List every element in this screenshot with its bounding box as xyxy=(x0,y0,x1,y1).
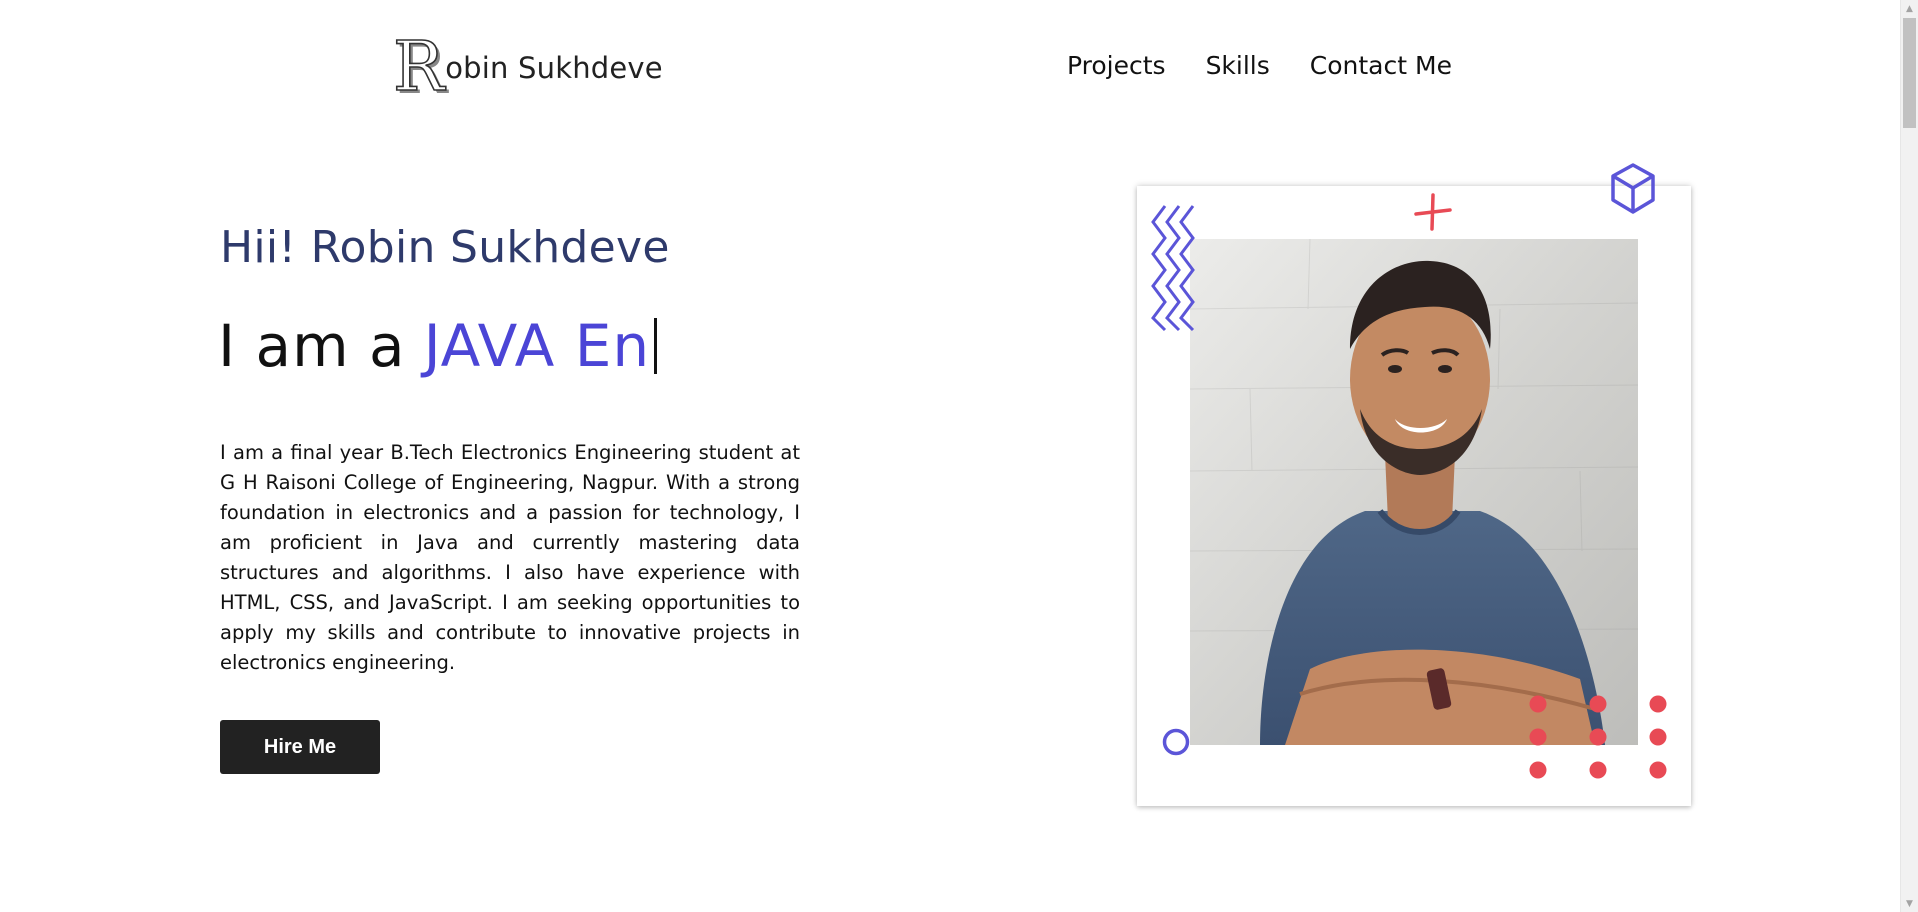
site-logo[interactable]: R obin Sukhdeve xyxy=(392,28,663,107)
typing-caret xyxy=(654,318,658,374)
dot-grid-icon xyxy=(1529,695,1667,779)
cross-icon xyxy=(1414,193,1452,231)
circle-icon xyxy=(1162,728,1190,756)
vertical-scrollbar[interactable]: ▲ ▼ xyxy=(1900,0,1918,912)
nav-link-projects[interactable]: Projects xyxy=(1067,49,1166,83)
profile-photo-card xyxy=(1137,163,1691,806)
nav-link-skills[interactable]: Skills xyxy=(1206,49,1270,83)
logo-letter: R xyxy=(392,28,445,107)
profile-photo xyxy=(1190,239,1638,745)
cube-icon xyxy=(1611,163,1655,214)
page: R obin Sukhdeve Projects Skills Contact … xyxy=(0,0,1918,912)
main-nav: Projects Skills Contact Me xyxy=(1067,49,1452,83)
hero-bio: I am a final year B.Tech Electronics Eng… xyxy=(220,441,800,674)
zigzag-lines-icon xyxy=(1151,205,1195,332)
scroll-down-arrow-icon[interactable]: ▼ xyxy=(1901,895,1918,912)
nav-link-contact[interactable]: Contact Me xyxy=(1310,49,1452,83)
logo-text: obin Sukhdeve xyxy=(445,51,663,85)
hire-me-button[interactable]: Hire Me xyxy=(220,720,380,774)
scrollbar-thumb[interactable] xyxy=(1903,18,1916,128)
hero-greeting: Hii! Robin Sukhdeve xyxy=(220,222,670,273)
profile-photo-illustration xyxy=(1190,239,1638,745)
role-typed-text: JAVA En xyxy=(423,312,651,380)
role-prefix: I am a xyxy=(218,312,406,380)
scroll-up-arrow-icon[interactable]: ▲ xyxy=(1901,0,1918,17)
hero-role-line: I am a JAVA En xyxy=(218,312,658,380)
